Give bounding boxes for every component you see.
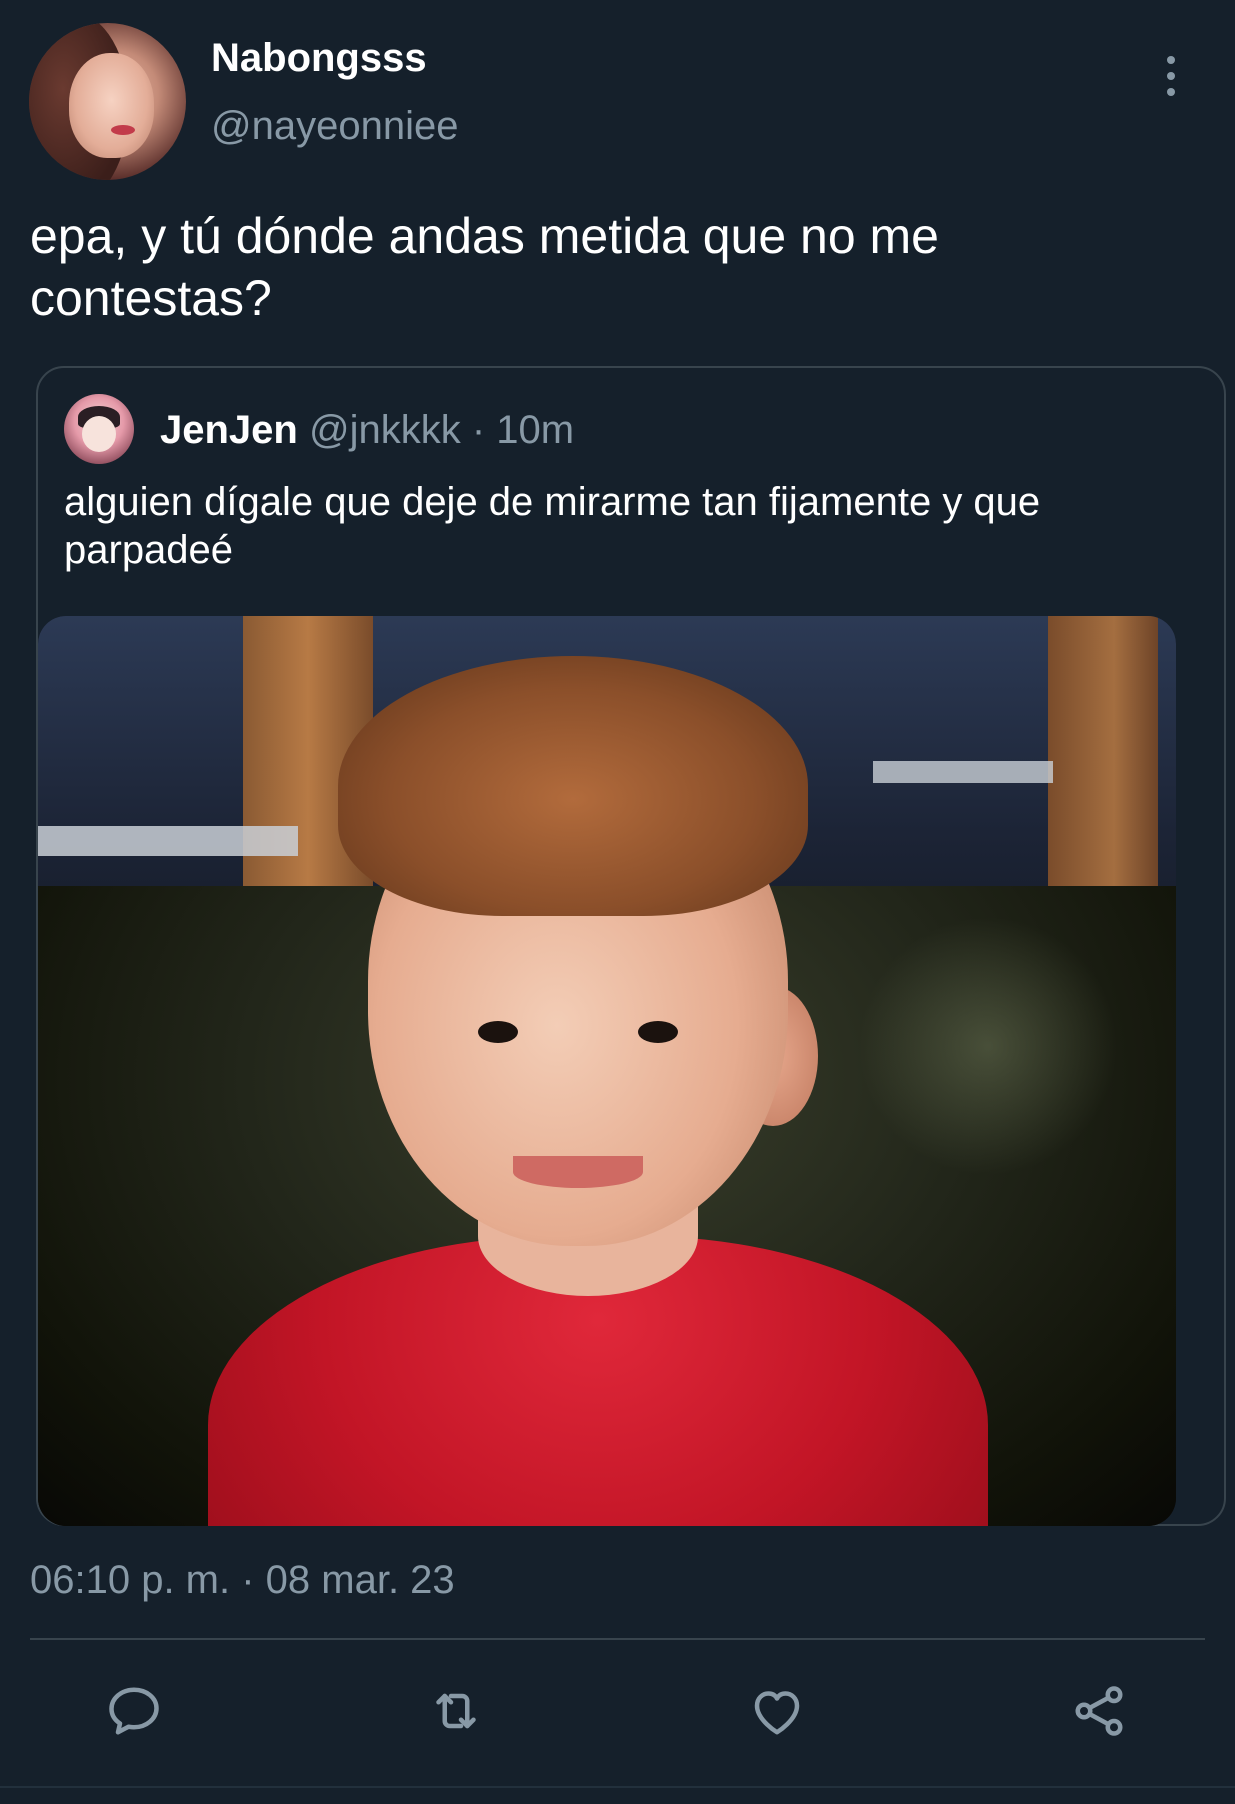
reply-icon bbox=[109, 1687, 159, 1735]
more-dot bbox=[1167, 56, 1175, 64]
quoted-avatar-face bbox=[82, 416, 116, 452]
divider bbox=[30, 1638, 1205, 1640]
tweet-timestamp[interactable]: 06:10 p. m. · 08 mar. 23 bbox=[30, 1558, 455, 1603]
action-bar bbox=[0, 1676, 1235, 1746]
photo-railing bbox=[873, 761, 1053, 783]
author-avatar[interactable] bbox=[29, 23, 186, 180]
author-handle[interactable]: @nayeonniee bbox=[211, 104, 458, 149]
more-dot bbox=[1167, 88, 1175, 96]
more-vertical-icon[interactable] bbox=[1160, 56, 1182, 96]
tweet-text: epa, y tú dónde andas metida que no me c… bbox=[30, 208, 939, 326]
like-button[interactable] bbox=[742, 1676, 812, 1746]
more-dot bbox=[1167, 72, 1175, 80]
photo-eye bbox=[638, 1021, 678, 1043]
quoted-display-name: JenJen bbox=[160, 408, 298, 452]
quoted-time: · 10m bbox=[460, 408, 575, 452]
quoted-text: alguien dígale que deje de mirarme tan f… bbox=[64, 480, 1041, 572]
photo-hair bbox=[338, 656, 808, 916]
quoted-header: JenJen @jnkkkk · 10m bbox=[160, 408, 574, 453]
avatar-lips bbox=[111, 125, 135, 135]
share-icon bbox=[1075, 1686, 1123, 1736]
share-button[interactable] bbox=[1064, 1676, 1134, 1746]
quoted-photo[interactable] bbox=[38, 616, 1176, 1526]
photo-mouth bbox=[513, 1156, 643, 1188]
photo-railing bbox=[38, 826, 298, 856]
bottom-divider bbox=[0, 1786, 1235, 1788]
author-display-name[interactable]: Nabongsss bbox=[211, 36, 427, 81]
retweet-icon bbox=[436, 1693, 476, 1729]
photo-eye bbox=[478, 1021, 518, 1043]
avatar-face bbox=[69, 53, 154, 158]
quoted-tweet-card[interactable]: JenJen @jnkkkk · 10m alguien dígale que … bbox=[36, 366, 1226, 1526]
photo-window-frame bbox=[1048, 616, 1158, 916]
retweet-button[interactable] bbox=[421, 1676, 491, 1746]
reply-button[interactable] bbox=[99, 1676, 169, 1746]
heart-icon bbox=[754, 1691, 800, 1735]
quoted-handle: @jnkkkk bbox=[308, 408, 461, 452]
photo-couch-highlight bbox=[858, 916, 1118, 1176]
tweet-detail-page: Nabongsss @nayeonniee epa, y tú dónde an… bbox=[0, 0, 1235, 1804]
quoted-author-avatar bbox=[64, 394, 134, 464]
